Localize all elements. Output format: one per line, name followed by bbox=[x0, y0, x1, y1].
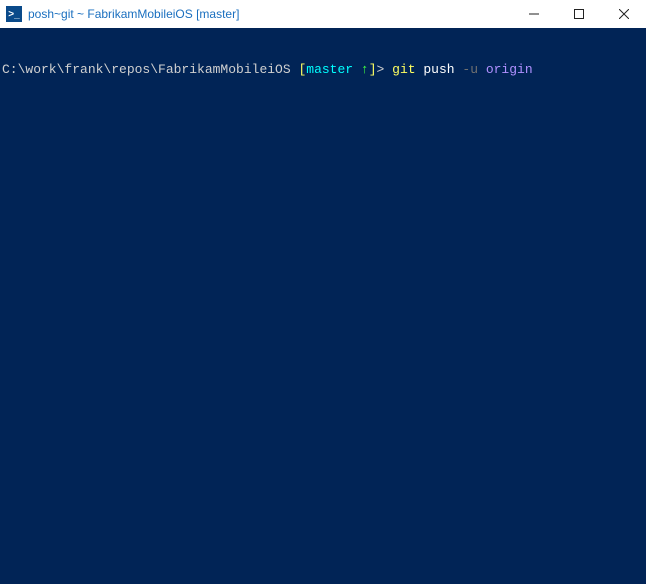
maximize-button[interactable] bbox=[556, 0, 601, 28]
powershell-window: >_ posh~git ~ FabrikamMobileiOS [master]… bbox=[0, 0, 646, 584]
powershell-icon: >_ bbox=[6, 6, 22, 22]
arg-origin: origin bbox=[486, 62, 533, 77]
terminal-area[interactable]: C:\work\frank\repos\FabrikamMobileiOS [m… bbox=[0, 28, 646, 584]
branch-name: master bbox=[306, 62, 353, 77]
minimize-icon bbox=[529, 9, 539, 19]
maximize-icon bbox=[574, 9, 584, 19]
prompt-line: C:\work\frank\repos\FabrikamMobileiOS [m… bbox=[2, 62, 646, 78]
prompt-path: C:\work\frank\repos\FabrikamMobileiOS bbox=[2, 62, 291, 77]
minimize-button[interactable] bbox=[511, 0, 556, 28]
bracket-close: ] bbox=[369, 62, 377, 77]
arg-push: push bbox=[423, 62, 454, 77]
close-button[interactable] bbox=[601, 0, 646, 28]
prompt-gt: > bbox=[377, 62, 385, 77]
command-git: git bbox=[392, 62, 415, 77]
close-icon bbox=[619, 9, 629, 19]
titlebar[interactable]: >_ posh~git ~ FabrikamMobileiOS [master] bbox=[0, 0, 646, 28]
window-title: posh~git ~ FabrikamMobileiOS [master] bbox=[28, 7, 511, 21]
ahead-indicator: ↑ bbox=[361, 62, 369, 77]
window-controls bbox=[511, 0, 646, 28]
flag-u: -u bbox=[462, 62, 478, 77]
